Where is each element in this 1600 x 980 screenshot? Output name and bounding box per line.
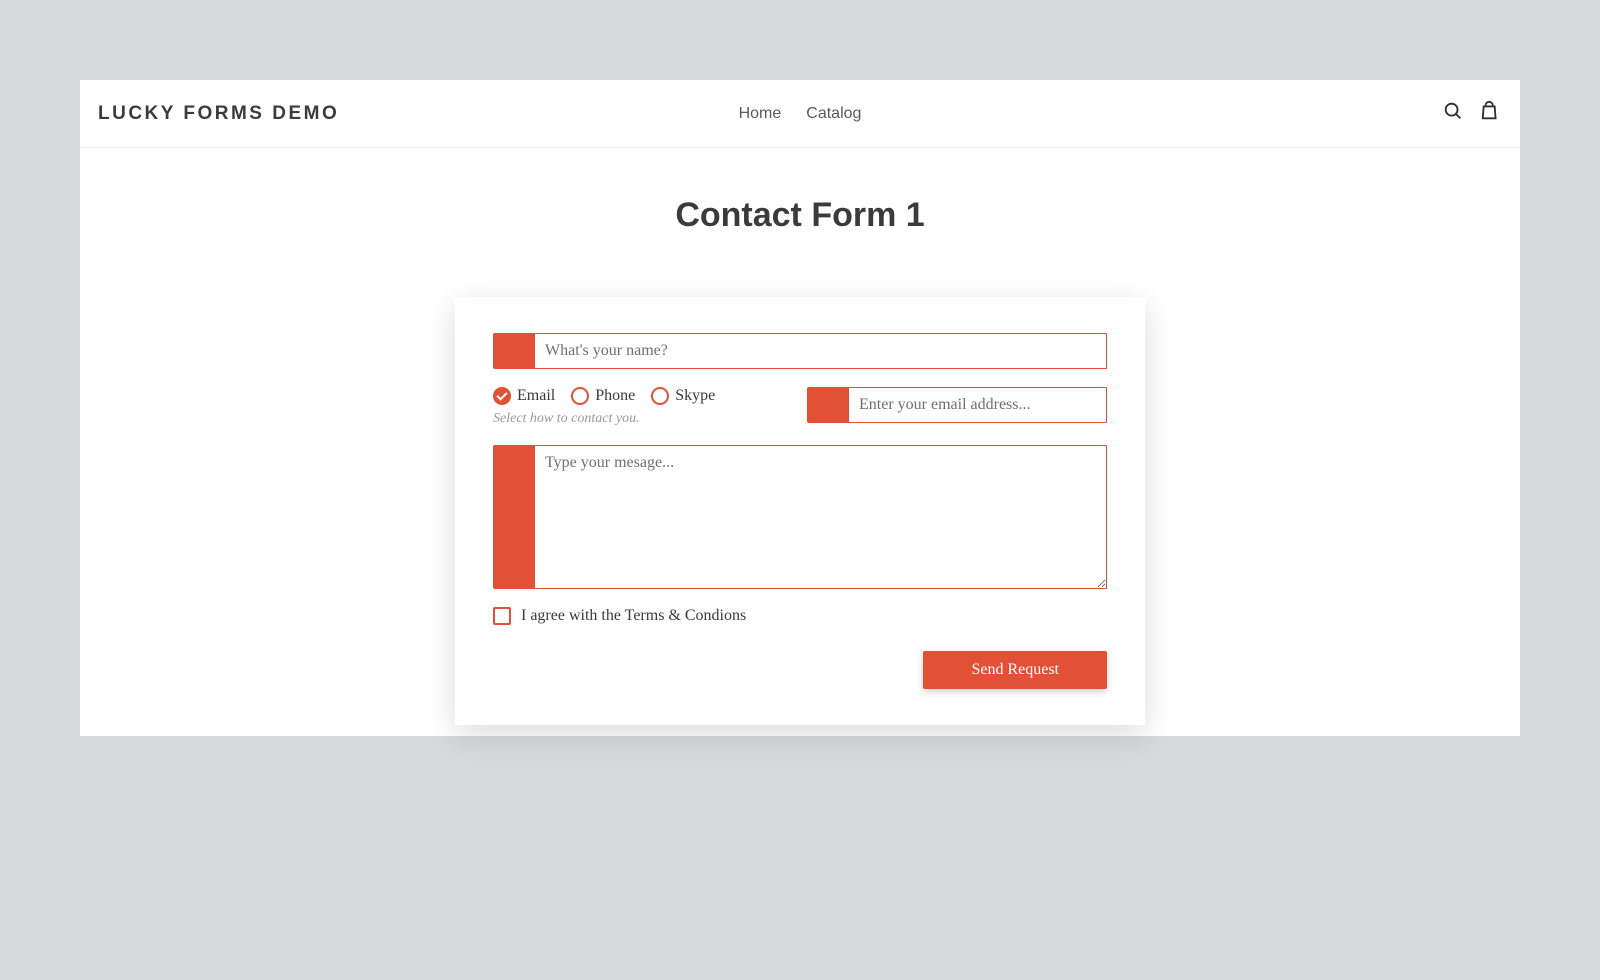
search-icon[interactable] [1442, 100, 1464, 127]
header-icons [1442, 100, 1502, 127]
brand-logo[interactable]: LUCKY FORMS DEMO [98, 103, 339, 125]
message-textarea[interactable] [535, 445, 1107, 589]
send-request-button[interactable]: Send Request [923, 651, 1107, 689]
radio-label-phone: Phone [595, 387, 635, 405]
radio-option-skype[interactable]: Skype [651, 387, 715, 405]
header: LUCKY FORMS DEMO Home Catalog [80, 80, 1520, 148]
contact-method-group: Email Phone Skype Select how to contact … [493, 387, 715, 427]
contact-form: Email Phone Skype Select how to contact … [455, 297, 1145, 725]
terms-label: I agree with the Terms & Condions [521, 607, 746, 625]
name-field-row [493, 333, 1107, 369]
radio-group: Email Phone Skype [493, 387, 715, 405]
email-field-row [807, 387, 1107, 423]
email-input[interactable] [849, 387, 1107, 423]
name-input[interactable] [535, 333, 1107, 369]
message-field-prefix [493, 445, 535, 589]
cart-icon[interactable] [1480, 100, 1502, 127]
page-title: Contact Form 1 [80, 196, 1520, 235]
contact-method-row: Email Phone Skype Select how to contact … [493, 387, 1107, 427]
page-card: LUCKY FORMS DEMO Home Catalog Contact Fo… [80, 80, 1520, 736]
radio-label-email: Email [517, 387, 555, 405]
terms-row[interactable]: I agree with the Terms & Condions [493, 607, 1107, 625]
contact-method-helper: Select how to contact you. [493, 411, 715, 427]
nav-home-link[interactable]: Home [739, 105, 782, 123]
name-field-prefix [493, 333, 535, 369]
radio-circle-skype [651, 387, 669, 405]
radio-label-skype: Skype [675, 387, 715, 405]
submit-row: Send Request [493, 651, 1107, 689]
nav-catalog-link[interactable]: Catalog [806, 105, 861, 123]
radio-option-phone[interactable]: Phone [571, 387, 635, 405]
message-field-row [493, 445, 1107, 589]
radio-option-email[interactable]: Email [493, 387, 555, 405]
email-field-prefix [807, 387, 849, 423]
terms-checkbox[interactable] [493, 607, 511, 625]
radio-circle-phone [571, 387, 589, 405]
radio-circle-email [493, 387, 511, 405]
